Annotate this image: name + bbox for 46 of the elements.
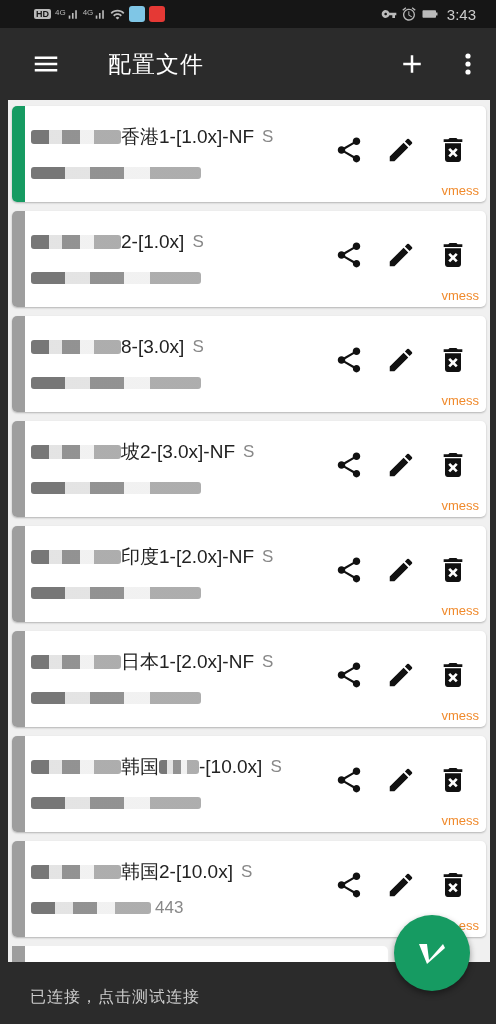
profile-name: 韩国2-[10.0x]: [121, 860, 233, 884]
profile-card[interactable]: 坡2-[3.0x]-NF S vmess: [12, 421, 486, 517]
status-label: S: [262, 547, 274, 567]
clock-time: 3:43: [446, 5, 476, 23]
profile-card[interactable]: 8-[3.0x] S vmess: [12, 316, 486, 412]
profile-name: -[10.0x]: [199, 756, 263, 778]
profile-name: 韩国: [121, 755, 159, 779]
status-label: S: [262, 127, 274, 147]
profile-name: 2-[1.0x]: [121, 231, 185, 253]
profile-name: 8-[3.0x]: [121, 336, 185, 358]
profile-name: 香港1-[1.0x]-NF: [121, 125, 255, 149]
profile-card[interactable]: 2-[1.0x] S vmess: [12, 211, 486, 307]
redaction-blur: [159, 760, 199, 774]
profile-name: 日本1-[2.0x]-NF: [121, 650, 255, 674]
profile-card[interactable]: 韩国2-[10.0x] S 443 ess: [12, 841, 486, 937]
protocol-label: vmess: [441, 498, 479, 513]
network-label: 4G: [82, 7, 94, 17]
profile-name: 印度1-[2.0x]-NF: [121, 545, 255, 569]
status-label: S: [243, 442, 255, 462]
protocol-label: vmess: [441, 708, 479, 723]
profile-card[interactable]: 日本1-[2.0x]-NF S vmess: [12, 631, 486, 727]
server-address: 443: [155, 898, 184, 918]
more-icon: [465, 53, 471, 75]
app-icon: [149, 6, 166, 22]
snackbar-message: 已连接，点击测试连接: [30, 986, 200, 1007]
protocol-label: vmess: [441, 288, 479, 303]
profile-card[interactable]: 韩国 -[10.0x] S vmess: [12, 736, 486, 832]
app-icon: [129, 6, 146, 22]
network-label: 4G: [55, 7, 66, 17]
alarm-icon: [400, 6, 417, 22]
status-label: S: [262, 652, 274, 672]
status-label: S: [240, 862, 253, 882]
protocol-label: ess: [458, 918, 479, 933]
protocol-label: vmess: [441, 813, 479, 828]
hd-badge: HD: [34, 9, 51, 19]
screen-title: 配置文件: [108, 49, 205, 79]
status-label: S: [270, 757, 282, 777]
status-label: S: [192, 232, 204, 252]
protocol-label: vmess: [441, 393, 479, 408]
protocol-label: vmess: [441, 603, 479, 618]
profile-card[interactable]: 印度1-[2.0x]-NF S vmess: [12, 526, 486, 622]
profile-name: 坡2-[3.0x]-NF: [121, 440, 236, 464]
signal-icon: [93, 7, 107, 21]
status-label: S: [192, 337, 204, 357]
profile-card[interactable]: 香港1-[1.0x]-NF S vmess: [12, 106, 486, 202]
protocol-label: vmess: [441, 183, 479, 198]
